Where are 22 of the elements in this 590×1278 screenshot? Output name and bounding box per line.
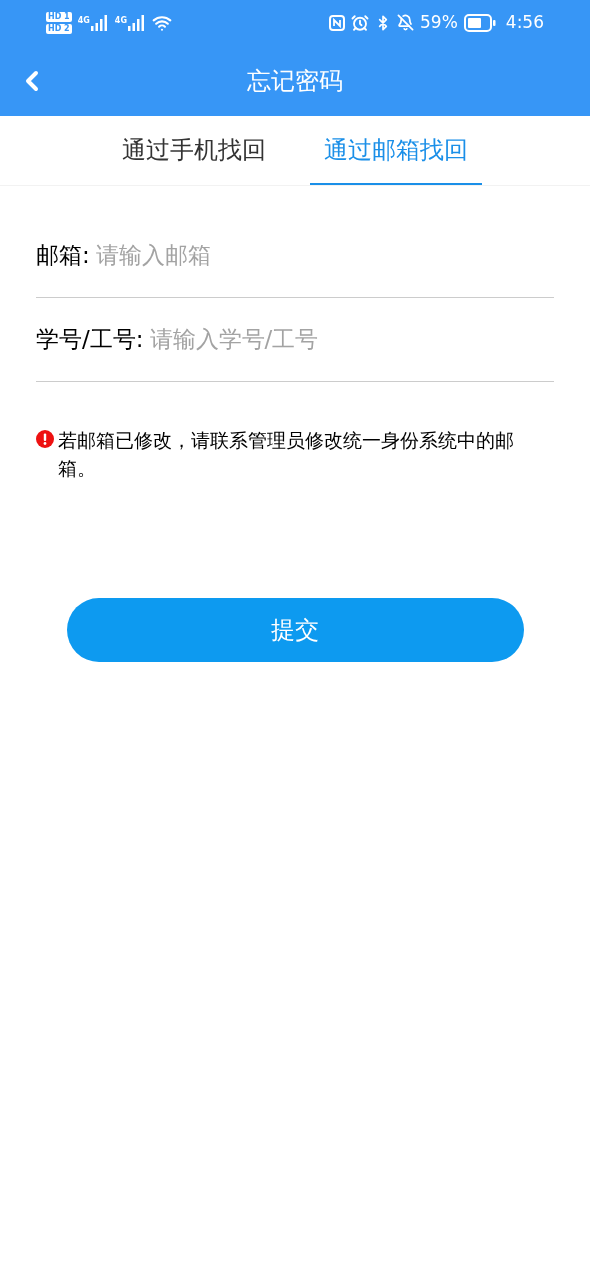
signal-icon — [127, 14, 146, 31]
bell-off-icon — [397, 14, 414, 31]
input-field[interactable]: 请输入邮箱 — [95, 238, 554, 273]
sim-badge: HD 1 — [46, 11, 72, 22]
clock: 4:56 — [505, 10, 544, 34]
battery-icon — [463, 13, 496, 32]
alert-icon — [36, 430, 54, 448]
signal-icon — [90, 14, 109, 31]
notice-text: 若邮箱已修改，请联系管理员修改统一身份系统中的邮箱。 — [58, 428, 515, 481]
tab[interactable]: 通过邮箱找回 — [310, 116, 482, 185]
nfc-icon — [329, 14, 345, 31]
sim-badge: HD 2 — [46, 23, 72, 34]
input-field[interactable]: 请输入学号/工号 — [149, 322, 554, 357]
battery-percent: 59% — [420, 10, 458, 34]
network-label: 4G — [77, 14, 90, 27]
field-label: 邮箱: — [36, 241, 90, 271]
field-label: 学号/工号: — [36, 325, 144, 355]
page-title: 忘记密码 — [247, 65, 343, 97]
alarm-icon — [351, 13, 369, 32]
submit-button[interactable]: 提交 — [66, 598, 524, 662]
tab[interactable]: 通过手机找回 — [108, 116, 280, 185]
network-label: 4G — [114, 14, 127, 27]
